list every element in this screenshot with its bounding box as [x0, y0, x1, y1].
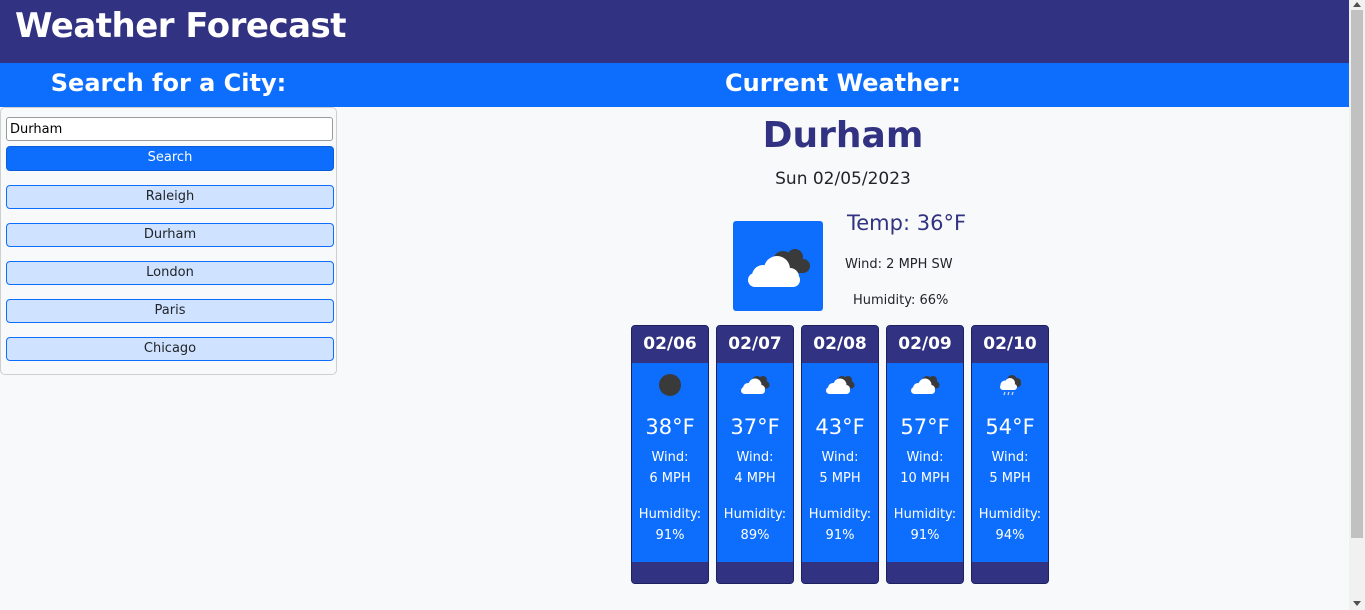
forecast-humidity-label: Humidity: [893, 507, 957, 522]
current-temperature: Temp: 36°F [847, 211, 967, 235]
city-search-input[interactable] [6, 117, 333, 141]
forecast-humidity: 94% [995, 528, 1025, 543]
search-section-title: Search for a City: [50, 69, 287, 97]
forecast-wind-label: Wind: [991, 450, 1029, 465]
history-button-london[interactable]: London [6, 261, 334, 285]
forecast-card: 02/09 57°F Wind: 10 MPH Humidity: 91% [886, 325, 964, 584]
forecast-temp: 57°F [900, 415, 950, 439]
forecast-humidity-label: Humidity: [978, 507, 1042, 522]
search-history-list: Raleigh Durham London Paris Chicago [6, 185, 334, 375]
current-weather-icon-box [733, 221, 823, 311]
app-header: Weather Forecast [0, 0, 1349, 63]
search-button[interactable]: Search [6, 146, 334, 171]
cloud-with-dark-cloud-icon [741, 376, 770, 394]
forecast-wind-label: Wind: [906, 450, 944, 465]
forecast-humidity: 91% [825, 528, 855, 543]
forecast-wind-label: Wind: [736, 450, 774, 465]
forecast-temp: 37°F [730, 415, 780, 439]
rain-cloud-icon [1000, 375, 1021, 396]
history-button-chicago[interactable]: Chicago [6, 337, 334, 361]
forecast-temp: 54°F [985, 415, 1035, 439]
current-wind: Wind: 2 MPH SW [845, 257, 953, 272]
forecast-temp: 38°F [645, 415, 695, 439]
forecast-card: 02/07 37°F Wind: 4 MPH Humidity: 89% [716, 325, 794, 584]
forecast-card: 02/06 38°F Wind: 6 MPH Humidity: 91% [631, 325, 709, 584]
forecast-wind: 4 MPH [734, 471, 776, 486]
forecast-icon-wrap [802, 363, 878, 407]
history-button-durham[interactable]: Durham [6, 223, 334, 247]
history-button-paris[interactable]: Paris [6, 299, 334, 323]
forecast-card-footer [632, 562, 708, 583]
forecast-temp: 43°F [815, 415, 865, 439]
dark-cloud-icon [659, 374, 681, 396]
forecast-card: 02/10 54°F Wind: 5 MPH Humidity: 94% [971, 325, 1049, 584]
forecast-icon-wrap [972, 363, 1048, 407]
app-title: Weather Forecast [15, 6, 347, 46]
forecast-wind-label: Wind: [651, 450, 689, 465]
forecast-wind-label: Wind: [821, 450, 859, 465]
cloud-with-dark-cloud-icon [748, 249, 810, 287]
forecast-wind: 6 MPH [649, 471, 691, 486]
search-panel: Search Raleigh Durham London Paris Chica… [0, 107, 337, 375]
forecast-icon-wrap [632, 363, 708, 407]
forecast-humidity-label: Humidity: [638, 507, 702, 522]
forecast-icon-wrap [887, 363, 963, 407]
forecast-humidity: 91% [655, 528, 685, 543]
forecast-date: 02/06 [632, 326, 708, 363]
cloud-with-dark-cloud-icon [911, 376, 940, 394]
forecast-date: 02/08 [802, 326, 878, 363]
forecast-wind: 5 MPH [989, 471, 1031, 486]
forecast-humidity-label: Humidity: [723, 507, 787, 522]
history-button-raleigh[interactable]: Raleigh [6, 185, 334, 209]
cloud-with-dark-cloud-icon [826, 376, 855, 394]
forecast-wind: 5 MPH [819, 471, 861, 486]
forecast-date: 02/10 [972, 326, 1048, 363]
scrollbar-thumb[interactable] [1351, 10, 1363, 538]
forecast-date: 02/07 [717, 326, 793, 363]
forecast-humidity: 91% [910, 528, 940, 543]
current-date: Sun 02/05/2023 [775, 169, 911, 189]
forecast-humidity: 89% [740, 528, 770, 543]
current-weather-section-title: Current Weather: [725, 69, 961, 97]
forecast-card-footer [972, 562, 1048, 583]
current-humidity: Humidity: 66% [853, 293, 949, 308]
forecast-icon-wrap [717, 363, 793, 407]
forecast-wind: 10 MPH [900, 471, 950, 486]
scroll-up-arrow-icon[interactable] [1353, 2, 1361, 7]
forecast-date: 02/09 [887, 326, 963, 363]
forecast-card: 02/08 43°F Wind: 5 MPH Humidity: 91% [801, 325, 879, 584]
forecast-card-footer [717, 562, 793, 583]
forecast-humidity-label: Humidity: [808, 507, 872, 522]
forecast-card-footer [802, 562, 878, 583]
section-header-bar: Search for a City: Current Weather: [0, 63, 1349, 107]
forecast-card-footer [887, 562, 963, 583]
current-city-name: Durham [762, 115, 924, 156]
scroll-down-arrow-icon[interactable] [1353, 601, 1361, 606]
